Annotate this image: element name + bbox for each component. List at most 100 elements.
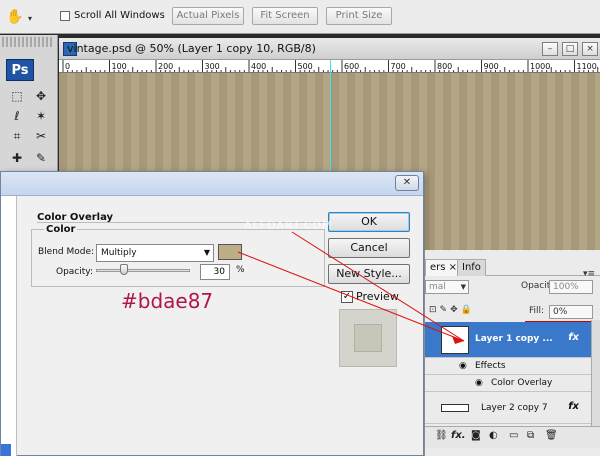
ruler-tick-label: 300 bbox=[205, 62, 220, 71]
layer-style-dialog: ✕ Color Overlay Color Blend Mode: Multip… bbox=[0, 171, 424, 456]
scroll-all-windows-label: Scroll All Windows bbox=[74, 10, 165, 21]
tools-panel: Ps ⬚ ✥ ℓ ✶ ⌗ ✂ ✚ ✎ bbox=[0, 35, 58, 175]
ruler-tick-label: 700 bbox=[391, 62, 406, 71]
overlay-color-swatch[interactable] bbox=[218, 244, 242, 260]
fill-field[interactable]: 0% bbox=[549, 305, 593, 319]
dialog-close-icon[interactable]: ✕ bbox=[395, 175, 419, 191]
new-layer-icon[interactable]: ⧉ bbox=[527, 430, 534, 441]
move-tool-icon[interactable]: ✥ bbox=[32, 87, 50, 105]
opacity-percent-unit: % bbox=[236, 265, 245, 275]
print-size-button[interactable]: Print Size bbox=[326, 7, 392, 25]
color-group: Color Blend Mode: Multiply ▼ Opacity: 30… bbox=[31, 224, 325, 287]
new-group-icon[interactable]: ▭ bbox=[509, 430, 518, 441]
tools-panel-grip[interactable] bbox=[2, 37, 54, 47]
layer-thumbnail bbox=[441, 326, 469, 354]
layer-blend-mode-select[interactable]: mal ▼ bbox=[425, 280, 469, 294]
maximize-button[interactable]: □ bbox=[562, 42, 578, 56]
ruler-tick-label: 900 bbox=[484, 62, 499, 71]
cancel-button[interactable]: Cancel bbox=[328, 238, 410, 258]
blend-mode-value: Multiply bbox=[101, 248, 137, 258]
link-layers-icon[interactable]: ⛓ bbox=[435, 430, 448, 441]
watermark: ALFOART.COM bbox=[244, 219, 333, 232]
scroll-all-windows-checkbox[interactable] bbox=[60, 11, 70, 21]
magic-wand-tool-icon[interactable]: ✶ bbox=[32, 107, 50, 125]
fill-label: Fill: bbox=[529, 306, 545, 316]
ruler-tick-label: 200 bbox=[158, 62, 173, 71]
adjustment-layer-icon[interactable]: ◐ bbox=[489, 430, 498, 441]
layer-opacity-field[interactable]: 100% bbox=[549, 280, 593, 294]
photoshop-logo[interactable]: Ps bbox=[6, 59, 34, 81]
color-overlay-effect-row[interactable]: ◉ Color Overlay bbox=[425, 375, 593, 392]
lock-icons[interactable]: ⊡✎✥🔒 bbox=[429, 305, 475, 315]
opacity-slider[interactable] bbox=[96, 269, 190, 272]
crop-tool-icon[interactable]: ⌗ bbox=[8, 127, 26, 145]
marquee-tool-icon[interactable]: ⬚ bbox=[8, 87, 26, 105]
layers-panel-tabs: ers × Info ▾≡ bbox=[425, 258, 600, 279]
blend-mode-select[interactable]: Multiply ▼ bbox=[96, 244, 214, 262]
ruler-tick-label: 800 bbox=[437, 62, 452, 71]
ruler-tick-label: 600 bbox=[344, 62, 359, 71]
preview-checkbox[interactable]: ✓ bbox=[341, 291, 353, 303]
tab-layers-label: ers bbox=[430, 262, 446, 273]
fit-screen-button[interactable]: Fit Screen bbox=[252, 7, 318, 25]
layer-blend-mode-value: mal bbox=[429, 282, 446, 292]
ruler-tick-label: 500 bbox=[298, 62, 313, 71]
blend-mode-label: Blend Mode: bbox=[38, 247, 95, 257]
ruler-tick-label: 0 bbox=[65, 62, 70, 71]
layers-panel-footer: ⛓ fx. ◙ ◐ ▭ ⧉ 🗑 bbox=[425, 426, 600, 448]
document-title: vintage.psd @ 50% (Layer 1 copy 10, RGB/… bbox=[67, 42, 316, 55]
tool-preset-chevron-down-icon[interactable]: ▾ bbox=[28, 14, 32, 23]
tab-close-icon[interactable]: × bbox=[449, 262, 457, 273]
tab-info[interactable]: Info bbox=[457, 259, 486, 276]
style-preview bbox=[339, 309, 397, 367]
ruler-tick-label: 1100 bbox=[577, 62, 597, 71]
layer-name: Layer 1 copy ... bbox=[475, 334, 553, 344]
delete-layer-icon[interactable]: 🗑 bbox=[545, 430, 558, 441]
vertical-guide[interactable] bbox=[330, 60, 331, 176]
layer-row[interactable]: Layer 2 copy 7 fx bbox=[425, 392, 593, 424]
opacity-label: Opacity: bbox=[56, 267, 93, 277]
effects-row[interactable]: ◉ Effects bbox=[425, 358, 593, 375]
layers-panel: ers × Info ▾≡ mal ▼ Opacity: 100% ⊡✎✥🔒 F… bbox=[424, 250, 600, 456]
hand-tool-icon[interactable]: ✋ bbox=[6, 8, 24, 26]
add-style-fx-icon[interactable]: fx. bbox=[451, 430, 466, 441]
style-preview-swatch bbox=[354, 324, 382, 352]
effects-label: Effects bbox=[475, 361, 506, 371]
opacity-input[interactable]: 30 bbox=[200, 264, 230, 280]
eye-icon[interactable]: ◉ bbox=[459, 361, 467, 371]
options-bar: ✋ ▾ Scroll All Windows Actual Pixels Fit… bbox=[0, 0, 600, 34]
layer-opacity-value: 100% bbox=[553, 282, 579, 292]
eye-icon[interactable]: ◉ bbox=[475, 378, 483, 388]
fx-icon[interactable]: fx bbox=[568, 332, 579, 343]
chevron-down-icon: ▼ bbox=[203, 248, 210, 257]
panel-menu-icon[interactable]: ▾≡ bbox=[583, 269, 595, 279]
preview-label: Preview bbox=[356, 290, 399, 303]
document-title-bar[interactable]: vintage.psd @ 50% (Layer 1 copy 10, RGB/… bbox=[59, 38, 600, 60]
layer-row-selected[interactable]: Layer 1 copy ... fx bbox=[425, 322, 593, 358]
brush-tool-icon[interactable]: ✎ bbox=[32, 149, 50, 167]
lasso-tool-icon[interactable]: ℓ bbox=[8, 107, 26, 125]
chevron-down-icon: ▼ bbox=[460, 283, 466, 291]
photoshop-window: ✋ ▾ Scroll All Windows Actual Pixels Fit… bbox=[0, 0, 600, 456]
healing-brush-tool-icon[interactable]: ✚ bbox=[8, 149, 26, 167]
dialog-title-bar[interactable]: ✕ bbox=[1, 172, 423, 196]
ruler-tick-label: 100 bbox=[112, 62, 127, 71]
slice-tool-icon[interactable]: ✂ bbox=[32, 127, 50, 145]
styles-list-selection bbox=[1, 444, 11, 456]
close-button[interactable]: × bbox=[582, 42, 598, 56]
color-overlay-effect-label: Color Overlay bbox=[491, 378, 553, 388]
layer-name: Layer 2 copy 7 bbox=[481, 403, 548, 413]
ruler-tick-label: 400 bbox=[251, 62, 266, 71]
ok-button[interactable]: OK bbox=[328, 212, 410, 232]
minimize-button[interactable]: – bbox=[542, 42, 558, 56]
fx-icon[interactable]: fx bbox=[568, 401, 579, 412]
styles-list[interactable] bbox=[1, 196, 17, 456]
add-mask-icon[interactable]: ◙ bbox=[471, 430, 481, 441]
opacity-slider-thumb[interactable] bbox=[120, 264, 129, 275]
color-group-title: Color bbox=[44, 224, 78, 235]
actual-pixels-button[interactable]: Actual Pixels bbox=[172, 7, 244, 25]
new-style-button[interactable]: New Style... bbox=[328, 264, 410, 284]
ruler-tick-label: 1000 bbox=[530, 62, 550, 71]
fill-value: 0% bbox=[553, 307, 568, 317]
layer-thumbnail bbox=[441, 404, 469, 412]
